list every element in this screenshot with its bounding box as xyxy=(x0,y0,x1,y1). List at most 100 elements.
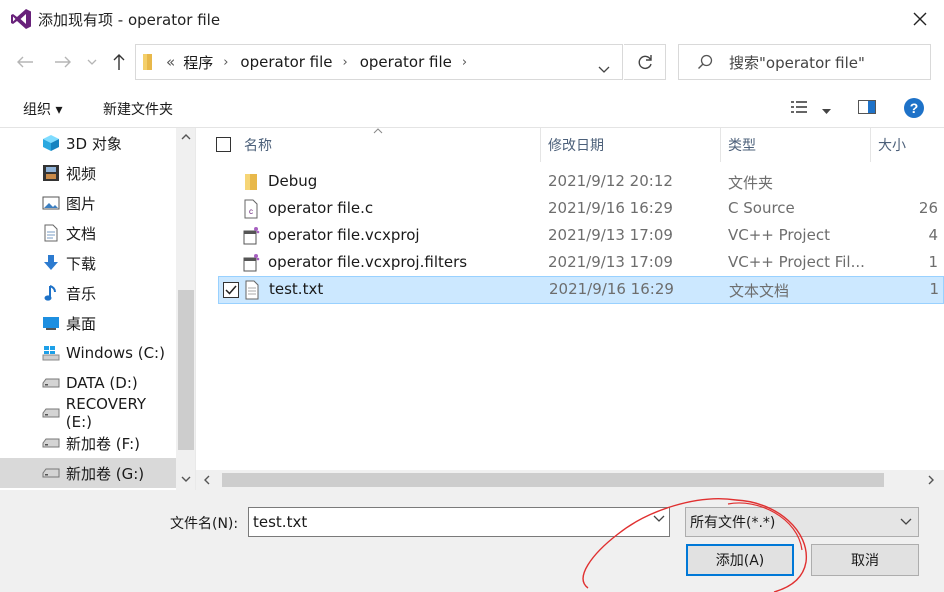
breadcrumb-programs[interactable]: 程序 xyxy=(183,52,213,73)
close-button[interactable] xyxy=(908,7,932,31)
close-icon xyxy=(913,12,927,26)
sidebar-item-drive-e[interactable]: RECOVERY (E:) xyxy=(0,395,176,431)
recent-locations-button[interactable] xyxy=(84,50,100,74)
search-input[interactable]: 搜索"operator file" xyxy=(678,44,931,80)
file-list-scrollbar[interactable] xyxy=(196,470,944,490)
view-dropdown-button[interactable] xyxy=(822,103,831,119)
sidebar-scrollbar[interactable] xyxy=(176,128,195,490)
caret-down-icon xyxy=(822,109,831,114)
row-checkbox[interactable] xyxy=(223,282,239,298)
text-file-icon xyxy=(245,280,259,300)
filename-input[interactable]: test.txt xyxy=(248,507,670,537)
filter-value: 所有文件(*.*) xyxy=(690,515,776,531)
folder-icon xyxy=(143,54,152,70)
column-divider[interactable] xyxy=(720,128,721,162)
sidebar-item-3d-objects[interactable]: 3D 对象 xyxy=(0,128,176,158)
breadcrumb-operator-file-2[interactable]: operator file xyxy=(360,53,452,71)
download-icon xyxy=(41,253,61,273)
file-date: 2021/9/13 17:09 xyxy=(548,226,673,244)
title-bar: 添加现有项 - operator file xyxy=(0,0,944,38)
scroll-right-icon[interactable] xyxy=(928,475,934,485)
sidebar-item-label: 视频 xyxy=(66,164,97,183)
table-row[interactable]: operator file.vcxproj 2021/9/13 17:09 VC… xyxy=(218,223,944,249)
arrow-right-icon xyxy=(55,56,71,68)
column-header-name[interactable]: 名称 xyxy=(244,128,272,162)
sidebar-item-drive-f[interactable]: 新加卷 (F:) xyxy=(0,428,176,458)
table-row[interactable]: test.txt 2021/9/16 16:29 文本文档 1 xyxy=(218,276,944,304)
visual-studio-logo-icon xyxy=(11,9,31,29)
view-options-button[interactable] xyxy=(790,100,808,118)
up-button[interactable] xyxy=(108,50,130,74)
file-date: 2021/9/16 16:29 xyxy=(549,280,674,298)
drive-icon xyxy=(41,403,61,423)
sidebar-item-drive-g[interactable]: 新加卷 (G:) xyxy=(0,458,176,488)
forward-button[interactable] xyxy=(52,50,74,74)
breadcrumb-separator-icon[interactable]: › xyxy=(223,55,228,70)
file-size: 26 xyxy=(918,199,938,217)
sidebar-item-documents[interactable]: 文档 xyxy=(0,218,176,248)
sidebar-item-label: 下载 xyxy=(66,254,97,273)
column-divider[interactable] xyxy=(540,128,541,162)
sidebar-item-pictures[interactable]: 图片 xyxy=(0,188,176,218)
select-all-checkbox[interactable] xyxy=(216,137,231,152)
file-type: 文件夹 xyxy=(728,174,774,192)
column-header-type[interactable]: 类型 xyxy=(728,128,756,162)
preview-pane-button[interactable] xyxy=(858,100,876,118)
cube-icon xyxy=(41,133,61,153)
drive-icon xyxy=(41,463,61,483)
help-button[interactable]: ? xyxy=(903,97,925,123)
breadcrumb-separator-icon[interactable]: › xyxy=(343,55,348,70)
scroll-down-icon[interactable] xyxy=(181,476,191,482)
file-size: 4 xyxy=(928,226,938,244)
new-folder-button[interactable]: 新建文件夹 xyxy=(103,99,173,119)
cancel-button[interactable]: 取消 xyxy=(811,544,919,576)
file-type: C Source xyxy=(728,199,795,217)
back-button[interactable] xyxy=(14,50,36,74)
refresh-icon xyxy=(638,55,652,70)
sidebar-item-label: RECOVERY (E:) xyxy=(65,395,147,431)
column-header-size[interactable]: 大小 xyxy=(878,128,906,162)
sidebar-item-videos[interactable]: 视频 xyxy=(0,158,176,188)
sidebar-item-music[interactable]: 音乐 xyxy=(0,278,176,308)
file-type-filter-select[interactable]: 所有文件(*.*) xyxy=(685,507,919,537)
organize-button[interactable]: 组织 ▾ xyxy=(23,99,62,119)
file-name: operator file.c xyxy=(268,199,374,217)
address-overflow[interactable]: « xyxy=(166,53,175,71)
breadcrumb-operator-file-1[interactable]: operator file xyxy=(240,53,332,71)
file-type: VC++ Project Fil... xyxy=(728,253,865,271)
scroll-left-icon[interactable] xyxy=(204,475,210,485)
sidebar-item-drive-c[interactable]: Windows (C:) xyxy=(0,338,176,368)
search-placeholder: 搜索"operator file" xyxy=(729,53,865,72)
sidebar-scrollbar-thumb[interactable] xyxy=(178,290,194,450)
sidebar-item-drive-d[interactable]: DATA (D:) xyxy=(0,368,176,398)
music-icon xyxy=(41,283,61,303)
document-icon xyxy=(41,223,61,243)
filename-label: 文件名(N): xyxy=(170,516,239,532)
sidebar-item-desktop[interactable]: 桌面 xyxy=(0,308,176,338)
refresh-button[interactable] xyxy=(624,44,666,80)
folder-icon xyxy=(245,174,257,190)
table-row[interactable]: operator file.vcxproj.filters 2021/9/13 … xyxy=(218,250,944,276)
file-name: operator file.vcxproj.filters xyxy=(268,253,468,271)
desktop-icon xyxy=(41,313,61,333)
scroll-up-icon[interactable] xyxy=(181,134,191,140)
window-title: 添加现有项 - operator file xyxy=(38,10,221,29)
table-row[interactable]: Debug 2021/9/12 20:12 文件夹 xyxy=(218,169,944,195)
filename-value: test.txt xyxy=(253,513,308,531)
file-list-scrollbar-thumb[interactable] xyxy=(222,473,884,487)
svg-text:c: c xyxy=(249,207,253,216)
details-view-icon xyxy=(791,101,807,113)
address-dropdown-button[interactable] xyxy=(598,59,610,77)
sidebar-item-downloads[interactable]: 下载 xyxy=(0,248,176,278)
breadcrumb-separator-icon[interactable]: › xyxy=(462,55,467,70)
file-size: 1 xyxy=(929,280,939,298)
address-bar[interactable]: « 程序 › operator file › operator file › xyxy=(135,44,623,80)
table-row[interactable]: c operator file.c 2021/9/16 16:29 C Sour… xyxy=(218,196,944,222)
add-button[interactable]: 添加(A) xyxy=(686,544,794,576)
sort-ascending-icon xyxy=(373,128,383,134)
column-header-date[interactable]: 修改日期 xyxy=(548,128,604,162)
column-divider[interactable] xyxy=(870,128,871,162)
chevron-down-icon[interactable] xyxy=(653,515,665,523)
drive-icon xyxy=(41,373,61,393)
checkmark-icon xyxy=(225,285,237,295)
